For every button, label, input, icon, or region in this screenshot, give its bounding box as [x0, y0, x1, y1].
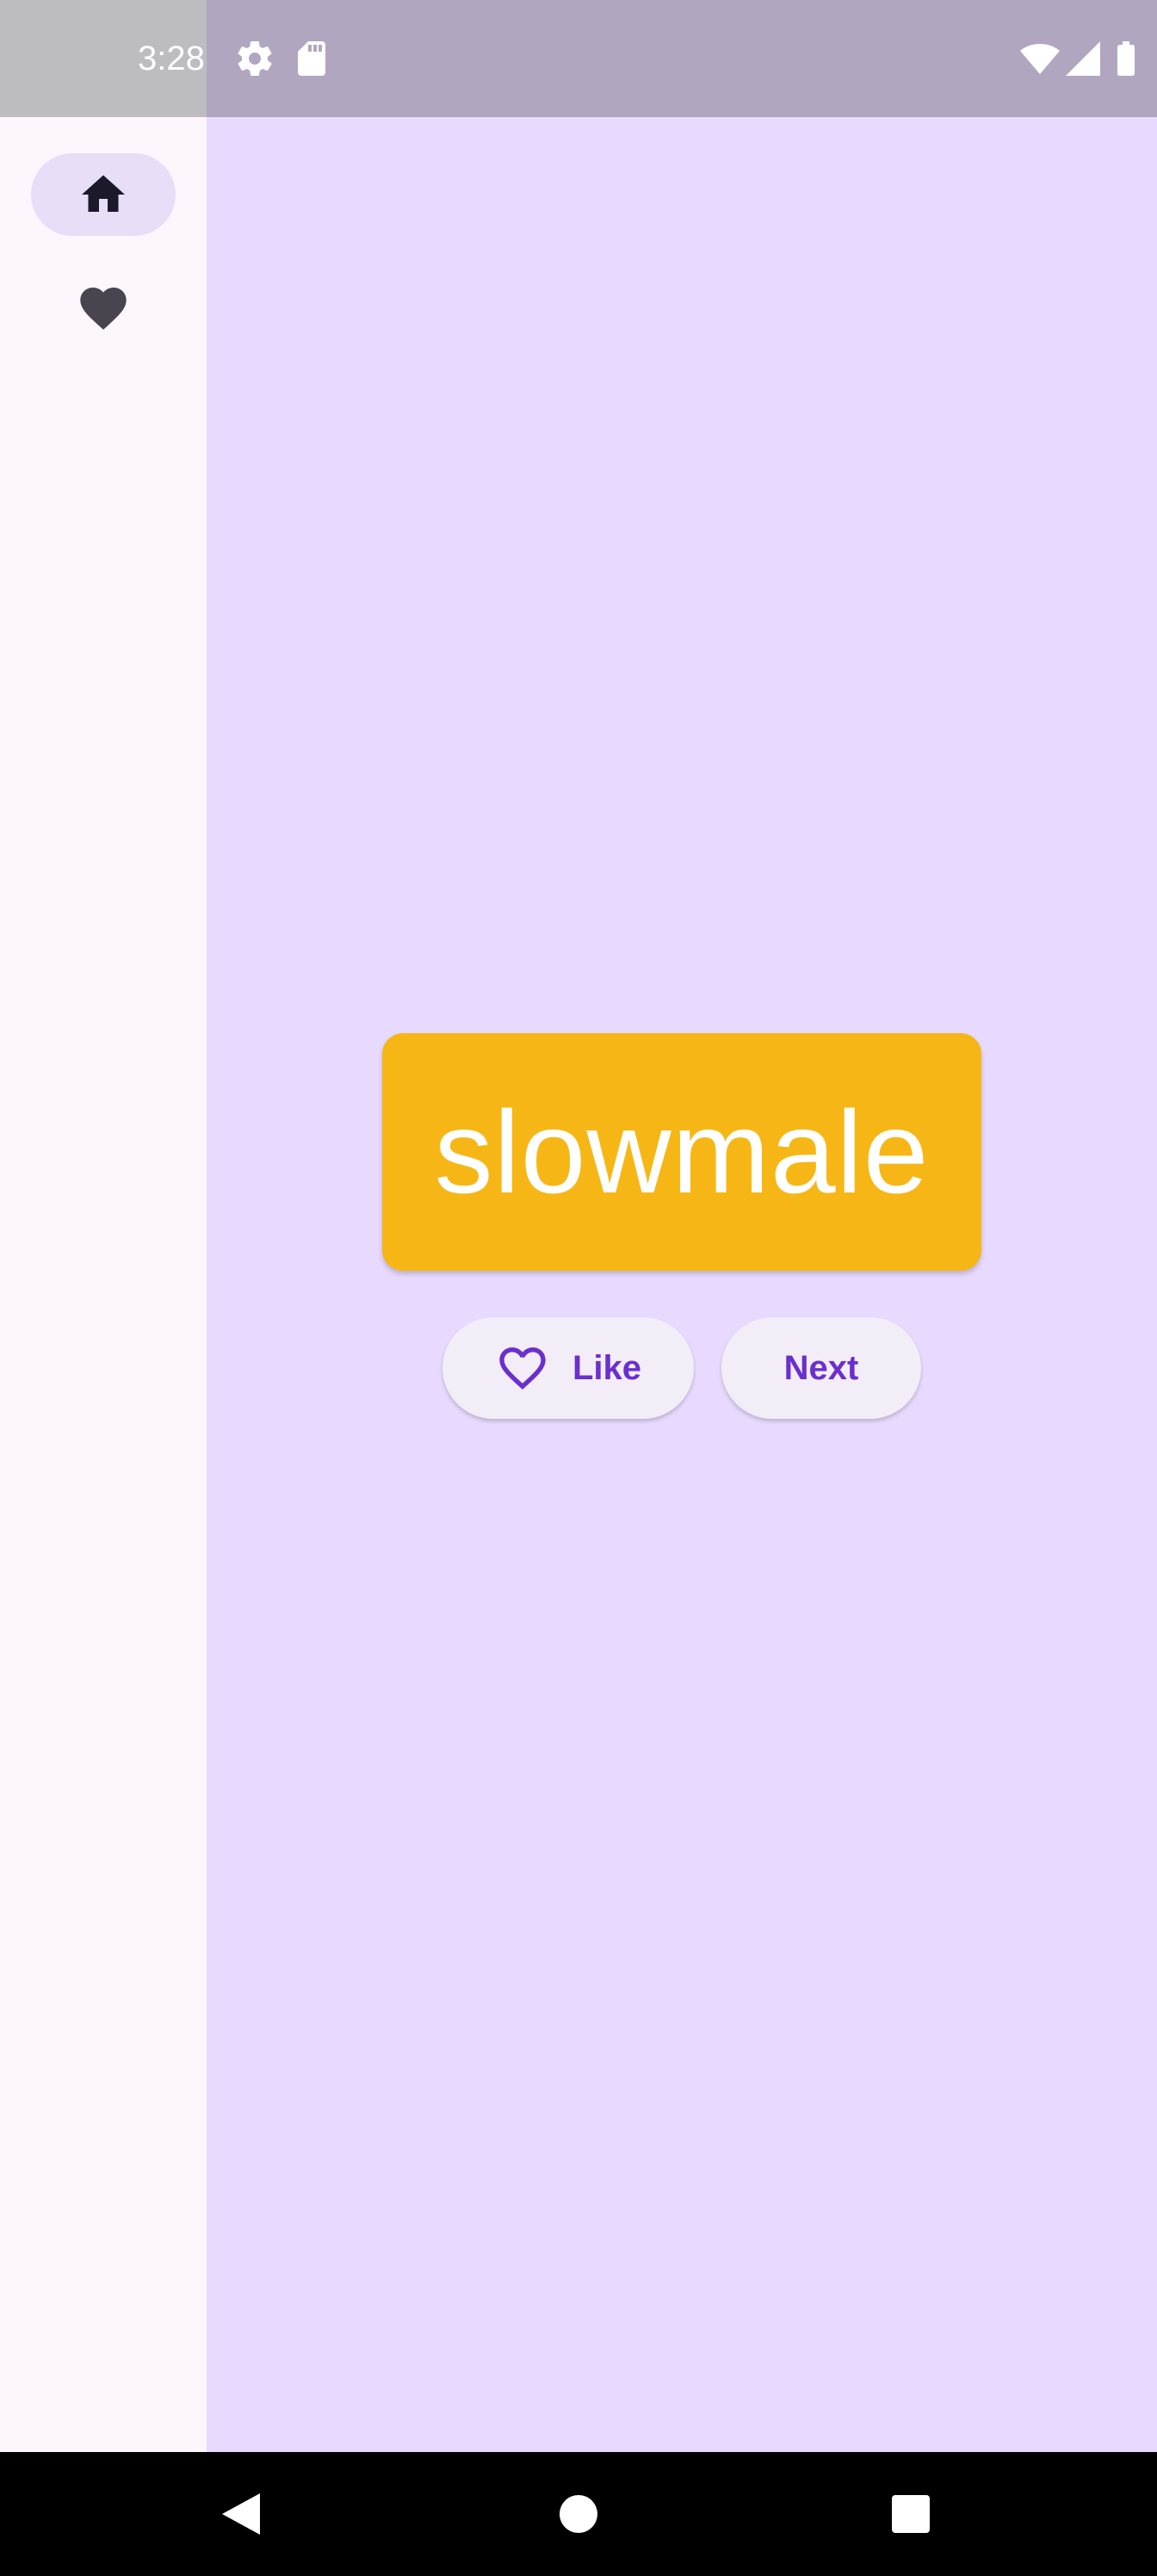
- settings-icon: [234, 38, 275, 79]
- nav-item-favorites[interactable]: [31, 267, 176, 350]
- heart-outline-icon: [495, 1341, 550, 1396]
- next-button-label: Next: [783, 1348, 859, 1387]
- battery-icon: [1105, 38, 1147, 79]
- status-bar: 3:28: [0, 0, 1157, 117]
- word-pair-text: slowmale: [434, 1087, 930, 1217]
- system-navigation-bar: [0, 2452, 1157, 2576]
- signal-icon: [1062, 38, 1104, 79]
- heart-icon: [76, 281, 131, 336]
- sd-card-icon: [291, 38, 332, 79]
- recents-icon[interactable]: [883, 2486, 938, 2542]
- nav-item-home[interactable]: [31, 153, 176, 236]
- like-button-label: Like: [572, 1348, 642, 1387]
- app-screen: 3:28 slowmale Like Next: [0, 0, 1157, 2576]
- next-button[interactable]: Next: [721, 1317, 921, 1419]
- word-pair-card: slowmale: [382, 1033, 981, 1271]
- status-time: 3:28: [138, 40, 205, 77]
- wifi-icon: [1019, 38, 1061, 79]
- home-icon: [77, 169, 129, 220]
- home-circle-icon[interactable]: [551, 2486, 606, 2542]
- back-icon[interactable]: [213, 2486, 269, 2542]
- navigation-rail: [0, 117, 207, 2452]
- like-button[interactable]: Like: [442, 1317, 694, 1419]
